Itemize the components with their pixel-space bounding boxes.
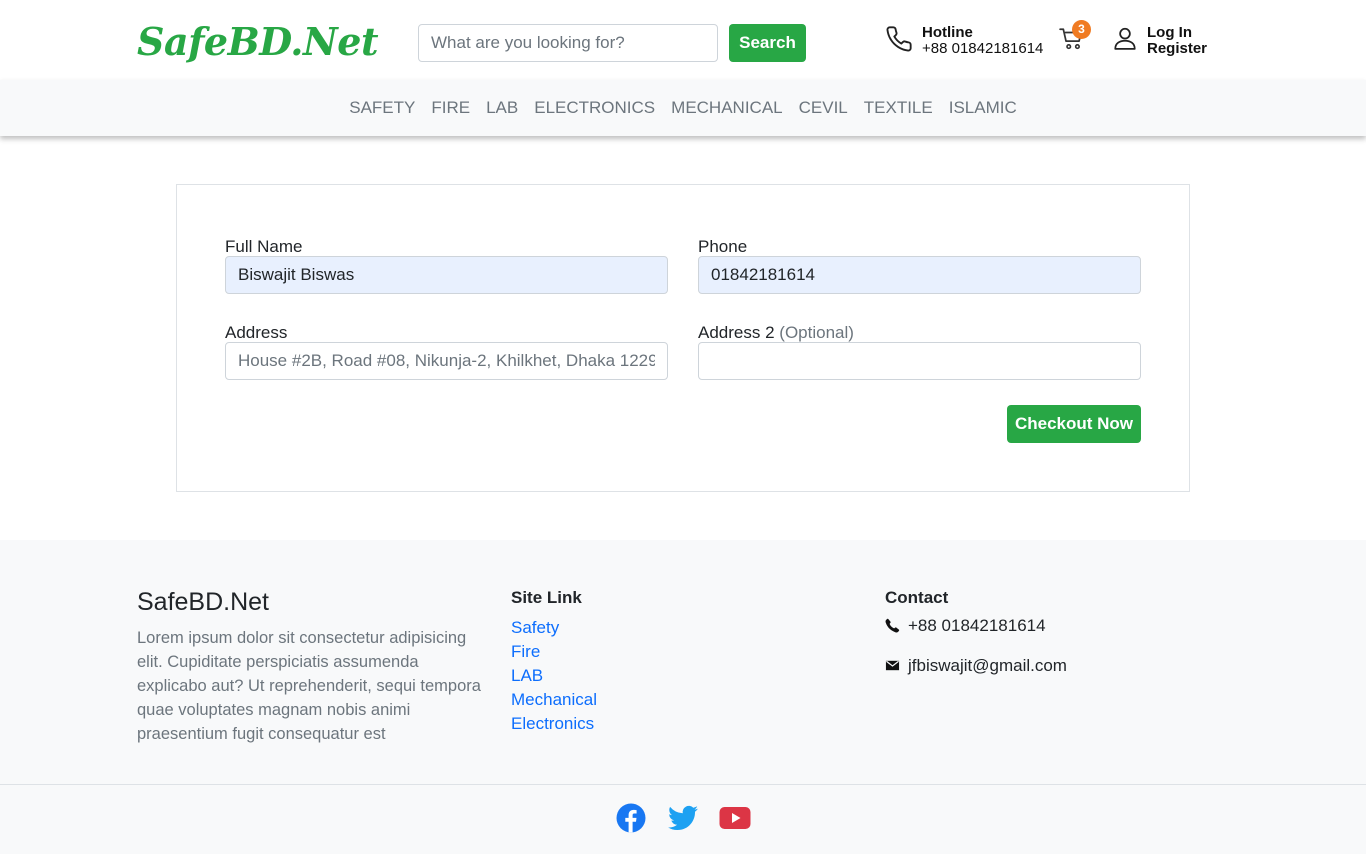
site-logo[interactable]: SafeBD.Net: [137, 18, 379, 66]
checkout-form: Full Name Phone Address Address 2 (Optio…: [176, 184, 1190, 492]
contact-email-text[interactable]: jfbiswajit@gmail.com: [908, 656, 1067, 676]
twitter-icon[interactable]: [667, 802, 699, 834]
full-name-label: Full Name: [225, 237, 303, 256]
site-link-title: Site Link: [511, 588, 582, 607]
login-link[interactable]: Log In: [1147, 24, 1192, 41]
address2-label-text: Address 2: [698, 323, 775, 342]
footer-link-fire[interactable]: Fire: [511, 640, 597, 664]
checkout-now-button[interactable]: Checkout Now: [1007, 405, 1141, 443]
category-navbar: SAFETY FIRE LAB ELECTRONICS MECHANICAL C…: [0, 80, 1366, 136]
footer-about-text: Lorem ipsum dolor sit consectetur adipis…: [137, 629, 481, 743]
footer-link-safety[interactable]: Safety: [511, 616, 597, 640]
nav-item-islamic[interactable]: ISLAMIC: [941, 98, 1025, 118]
youtube-icon[interactable]: [719, 802, 751, 834]
contact-phone: +88 01842181614: [885, 616, 1185, 640]
nav-item-electronics[interactable]: ELECTRONICS: [526, 98, 663, 118]
hotline-number: +88 01842181614: [922, 40, 1044, 57]
search-input[interactable]: [418, 24, 718, 62]
nav-item-mechanical[interactable]: MECHANICAL: [663, 98, 790, 118]
contact-title: Contact: [885, 588, 949, 607]
phone-label: Phone: [698, 237, 748, 256]
nav-item-cevil[interactable]: CEVIL: [791, 98, 856, 118]
footer-link-mechanical[interactable]: Mechanical: [511, 688, 597, 712]
phone-icon: [886, 26, 912, 52]
contact-email: jfbiswajit@gmail.com: [885, 656, 1185, 680]
nav-item-textile[interactable]: TEXTILE: [856, 98, 941, 118]
address-group: Address: [225, 323, 668, 380]
hotline-title: Hotline: [922, 24, 973, 41]
address-label: Address: [225, 323, 288, 342]
address2-input[interactable]: [698, 342, 1141, 380]
full-name-group: Full Name: [225, 237, 668, 294]
phone-group: Phone: [698, 237, 1141, 294]
address2-label: Address 2 (Optional): [698, 323, 1141, 343]
phone-icon: [885, 618, 900, 633]
nav-item-lab[interactable]: LAB: [478, 98, 526, 118]
footer-link-electronics[interactable]: Electronics: [511, 712, 597, 736]
search-button[interactable]: Search: [729, 24, 806, 62]
register-link[interactable]: Register: [1147, 40, 1207, 57]
footer: SafeBD.Net Lorem ipsum dolor sit consect…: [0, 540, 1366, 854]
facebook-icon[interactable]: [615, 802, 647, 834]
nav-item-safety[interactable]: SAFETY: [341, 98, 423, 118]
footer-brand: SafeBD.Net: [137, 588, 270, 616]
full-name-input[interactable]: [225, 256, 668, 294]
contact-phone-text: +88 01842181614: [908, 616, 1046, 635]
footer-site-links: Safety Fire LAB Mechanical Electronics: [511, 616, 597, 736]
account-menu[interactable]: Log In Register: [1112, 24, 1212, 60]
optional-hint: (Optional): [779, 323, 854, 342]
cart-count-badge: 3: [1072, 20, 1091, 39]
hotline: Hotline +88 01842181614: [885, 24, 1045, 60]
cart-button[interactable]: 3: [1058, 20, 1094, 54]
user-icon: [1114, 27, 1136, 50]
address-input[interactable]: [225, 342, 668, 380]
envelope-icon: [885, 660, 900, 671]
top-header: SafeBD.Net Search Hotline +88 0184218161…: [0, 0, 1366, 80]
footer-divider: [0, 784, 1366, 785]
footer-link-lab[interactable]: LAB: [511, 664, 597, 688]
address2-group: Address 2 (Optional): [698, 323, 1141, 380]
nav-item-fire[interactable]: FIRE: [423, 98, 478, 118]
phone-input[interactable]: [698, 256, 1141, 294]
category-nav-list: SAFETY FIRE LAB ELECTRONICS MECHANICAL C…: [0, 80, 1366, 136]
